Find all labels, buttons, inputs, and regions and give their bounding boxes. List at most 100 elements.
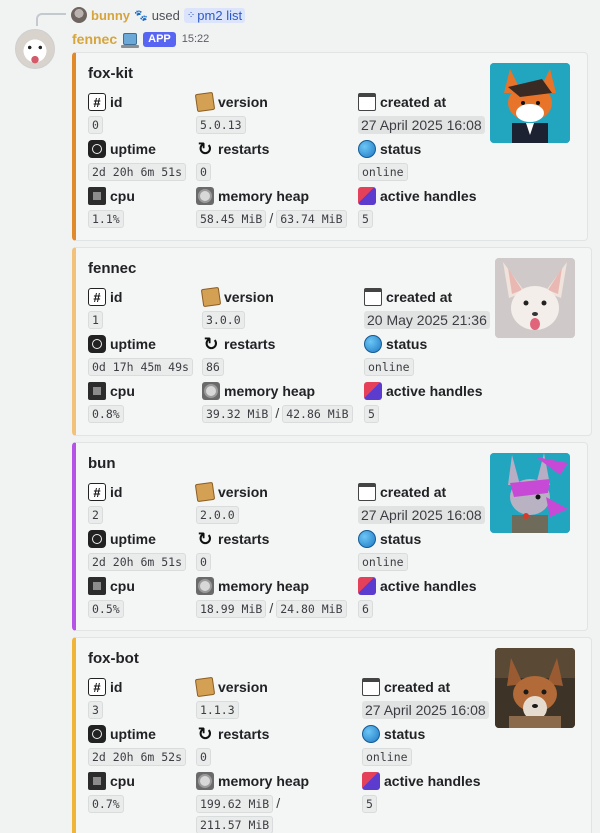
field-label: memory heap: [218, 188, 310, 204]
hash-icon: #: [88, 288, 106, 306]
process-status: online: [364, 358, 414, 376]
globe-icon: [364, 335, 382, 353]
slash-command-label: pm2 list: [197, 7, 243, 23]
fennec-fox-photo: [495, 258, 575, 338]
field-version: version 2.0.0: [194, 481, 268, 524]
author-username[interactable]: fennec: [72, 31, 117, 47]
disk-icon: [196, 187, 214, 205]
reply-username[interactable]: bunny: [91, 8, 130, 23]
package-icon: [194, 481, 216, 503]
field-created-at: created at 20 May 2025 21:36: [364, 287, 490, 329]
hash-icon: #: [88, 483, 106, 501]
disk-icon: [202, 382, 220, 400]
field-label: created at: [384, 679, 451, 695]
field-label: id: [110, 289, 123, 305]
field-memory-heap: memory heap 18.99 MiB/24.80 MiB: [196, 576, 356, 618]
field-uptime: uptime 2d 20h 6m 52s: [88, 724, 187, 766]
heap-used: 18.99 MiB: [196, 600, 267, 618]
field-uptime: uptime 2d 20h 6m 51s: [88, 529, 187, 571]
field-version: version 1.1.3: [194, 676, 268, 719]
heap-total: 211.57 MiB: [196, 816, 274, 833]
watch-icon: [88, 530, 106, 548]
laptop-icon: [121, 33, 140, 48]
process-uptime: 2d 20h 6m 52s: [88, 748, 187, 766]
field-label: created at: [380, 94, 447, 110]
field-uptime: uptime 2d 20h 6m 51s: [88, 139, 187, 181]
process-name: fennec: [88, 260, 137, 277]
reply-verb: used: [151, 7, 180, 23]
field-label: cpu: [110, 578, 135, 594]
field-label: restarts: [218, 726, 270, 742]
red-fox-photo: [495, 648, 575, 728]
field-id: # id 1: [88, 287, 122, 329]
process-thumbnail[interactable]: [490, 63, 570, 143]
separator: /: [276, 795, 281, 811]
process-status: online: [362, 748, 412, 766]
field-version: version 3.0.0: [200, 286, 274, 329]
message-timestamp[interactable]: 15:22: [182, 33, 210, 45]
cpu-chip-icon: [88, 772, 106, 790]
hash-icon: #: [88, 678, 106, 696]
author-avatar[interactable]: [15, 29, 55, 69]
restart-cycle-icon: ↻: [197, 528, 213, 549]
command-icon: ⁘: [186, 9, 195, 21]
field-id: # id 2: [88, 482, 122, 524]
process-cpu: 0.5%: [88, 600, 124, 618]
process-name: fox-kit: [88, 65, 133, 82]
slash-command-mention[interactable]: ⁘ pm2 list: [183, 7, 246, 23]
process-created-at[interactable]: 27 April 2025 16:08: [358, 116, 485, 134]
process-version: 1.1.3: [196, 701, 239, 719]
package-icon: [200, 286, 222, 308]
watch-icon: [88, 725, 106, 743]
field-created-at: created at 27 April 2025 16:08: [362, 677, 489, 719]
field-restarts: ↻ restarts 0: [196, 724, 269, 766]
field-label: memory heap: [218, 578, 310, 594]
globe-icon: [362, 725, 380, 743]
process-version: 2.0.0: [196, 506, 239, 524]
reply-avatar[interactable]: [71, 7, 87, 23]
field-label: id: [110, 94, 123, 110]
process-created-at[interactable]: 20 May 2025 21:36: [364, 311, 490, 329]
field-uptime: uptime 0d 17h 45m 49s: [88, 334, 193, 376]
process-thumbnail[interactable]: [495, 258, 575, 338]
field-label: cpu: [110, 383, 135, 399]
field-cpu: cpu 1.1%: [88, 186, 135, 228]
bunny-character-illustration: [490, 453, 570, 533]
process-cpu: 0.7%: [88, 795, 124, 813]
cpu-chip-icon: [88, 187, 106, 205]
interaction-reference[interactable]: bunny 🐾 used ⁘ pm2 list: [71, 6, 246, 24]
field-label: created at: [386, 289, 453, 305]
app-badge: APP: [143, 31, 176, 47]
field-label: id: [110, 484, 123, 500]
field-label: cpu: [110, 773, 135, 789]
process-restarts: 0: [196, 748, 211, 766]
process-active-handles: 5: [364, 405, 379, 423]
field-active-handles: active handles 6: [358, 576, 477, 618]
fox-character-illustration: [490, 63, 570, 143]
process-restarts: 0: [196, 163, 211, 181]
restart-cycle-icon: ↻: [197, 723, 213, 744]
watch-icon: [88, 335, 106, 353]
process-thumbnail[interactable]: [495, 648, 575, 728]
process-created-at[interactable]: 27 April 2025 16:08: [358, 506, 485, 524]
heap-used: 199.62 MiB: [196, 795, 274, 813]
process-active-handles: 6: [358, 600, 373, 618]
process-thumbnail[interactable]: [490, 453, 570, 533]
field-label: active handles: [380, 188, 477, 204]
process-uptime: 2d 20h 6m 51s: [88, 553, 187, 571]
plug-icon: [362, 772, 380, 790]
process-created-at[interactable]: 27 April 2025 16:08: [362, 701, 489, 719]
field-label: uptime: [110, 531, 156, 547]
process-embed: bun # id 2 version 2.0.0 created at 27 Ap…: [72, 442, 588, 631]
heap-total: 63.74 MiB: [276, 210, 347, 228]
process-id: 3: [88, 701, 103, 719]
process-id: 1: [88, 311, 103, 329]
field-label: id: [110, 679, 123, 695]
field-label: created at: [380, 484, 447, 500]
separator: /: [269, 210, 274, 226]
process-embed: fox-kit # id 0 version 5.0.13 created at …: [72, 52, 588, 241]
process-embed: fox-bot # id 3 version 1.1.3 created at 2…: [72, 637, 592, 833]
field-label: restarts: [218, 141, 270, 157]
field-label: version: [218, 94, 268, 110]
field-cpu: cpu 0.8%: [88, 381, 135, 423]
